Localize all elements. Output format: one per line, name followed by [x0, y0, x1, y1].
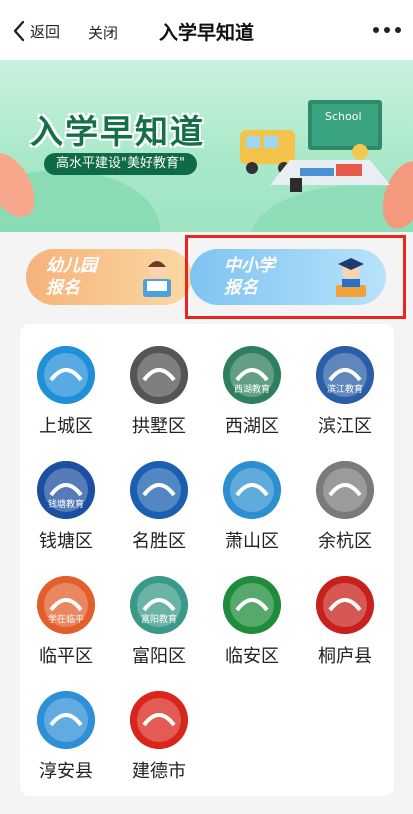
banner-title: 入学早知道 [30, 112, 205, 151]
district-name: 名胜区 [132, 531, 186, 552]
top-nav-bar: 返回 关闭 入学早知道 [0, 0, 413, 60]
district-item[interactable]: 淳安县 [28, 691, 104, 791]
district-item[interactable]: 余杭区 [307, 461, 383, 561]
student-graduate-icon [336, 258, 366, 297]
more-dots-icon[interactable] [373, 22, 401, 38]
district-item[interactable]: 上城区 [28, 346, 104, 446]
binjiang-education-logo: 滨江教育 [316, 346, 374, 404]
gray-red-swoosh-logo [130, 346, 188, 404]
child-reading-icon [143, 260, 171, 297]
hero-banner: 入学早知道 高水平建设"美好教育" School [0, 60, 413, 232]
district-name: 钱塘区 [39, 531, 93, 552]
district-name: 淳安县 [39, 761, 93, 782]
green-book-logo [223, 576, 281, 634]
district-item[interactable]: 钱塘教育 钱塘区 [28, 461, 104, 561]
kindergarten-registration-button[interactable]: 幼儿园 报名 [26, 249, 192, 305]
district-name: 西湖区 [225, 416, 279, 437]
chalkboard-text: School [325, 110, 362, 123]
district-name: 萧山区 [225, 531, 279, 552]
xe-letters-logo [223, 461, 281, 519]
district-name: 拱墅区 [132, 416, 186, 437]
district-name: 滨江区 [318, 416, 372, 437]
district-item[interactable]: 富阳教育 富阳区 [121, 576, 197, 676]
primary-middle-label: 中小学 [224, 256, 275, 276]
district-item[interactable]: 名胜区 [121, 461, 197, 561]
district-logo-text: 滨江教育 [326, 385, 363, 395]
district-item[interactable]: 桐庐县 [307, 576, 383, 676]
district-logo-text: 富阳教育 [140, 615, 177, 625]
district-name: 上城区 [39, 416, 93, 437]
registration-entries: 幼儿园 报名 中小学 报名 [0, 232, 413, 324]
district-item[interactable]: 拱墅区 [121, 346, 197, 446]
kindergarten-sub-label: 报名 [46, 278, 80, 298]
chevron-left-icon [13, 20, 25, 42]
district-name: 桐庐县 [318, 646, 372, 667]
close-button[interactable]: 关闭 [88, 22, 118, 43]
district-item[interactable]: 学在临平 临平区 [28, 576, 104, 676]
primary-middle-sub-label: 报名 [224, 278, 258, 298]
district-name: 临平区 [39, 646, 93, 667]
linping-colorful-logo: 学在临平 [37, 576, 95, 634]
mingsheng-wave-logo [130, 461, 188, 519]
kindergarten-label: 幼儿园 [46, 256, 97, 276]
back-label: 返回 [30, 22, 61, 41]
district-item[interactable]: 西湖教育 西湖区 [214, 346, 290, 446]
feather-pen-logo [316, 461, 374, 519]
district-name: 富阳区 [132, 646, 186, 667]
banner-subtitle: 高水平建设"美好教育" [44, 153, 197, 175]
district-panel: 上城区 拱墅区 西湖教育 西湖区 滨江教育 滨江区 钱塘教育 钱塘区 名胜区 萧山区 余杭区 学在临平… [20, 324, 394, 796]
page-title: 入学早知道 [158, 22, 254, 44]
chunan-green-g-logo [37, 691, 95, 749]
mountain-landscape-logo [37, 346, 95, 404]
primary-middle-registration-button[interactable]: 中小学 报名 [190, 249, 386, 305]
school-illustration-icon: School [240, 100, 390, 192]
district-logo-text: 学在临平 [47, 615, 84, 625]
district-item[interactable]: 临安区 [214, 576, 290, 676]
district-logo-text: 钱塘教育 [47, 500, 84, 510]
bottom-spacer [0, 798, 413, 814]
xihu-education-logo: 西湖教育 [223, 346, 281, 404]
back-button[interactable]: 返回 [12, 18, 60, 44]
district-name: 余杭区 [318, 531, 372, 552]
district-name: 建德市 [132, 761, 186, 782]
jiande-red-green-logo [130, 691, 188, 749]
district-name: 临安区 [225, 646, 279, 667]
district-item[interactable]: 滨江教育 滨江区 [307, 346, 383, 446]
qiantang-education-logo: 钱塘教育 [37, 461, 95, 519]
district-item[interactable]: 萧山区 [214, 461, 290, 561]
district-logo-text: 西湖教育 [233, 385, 270, 395]
fuyang-education-logo: 富阳教育 [130, 576, 188, 634]
tonglu-seal-logo [316, 576, 374, 634]
district-item[interactable]: 建德市 [121, 691, 197, 791]
